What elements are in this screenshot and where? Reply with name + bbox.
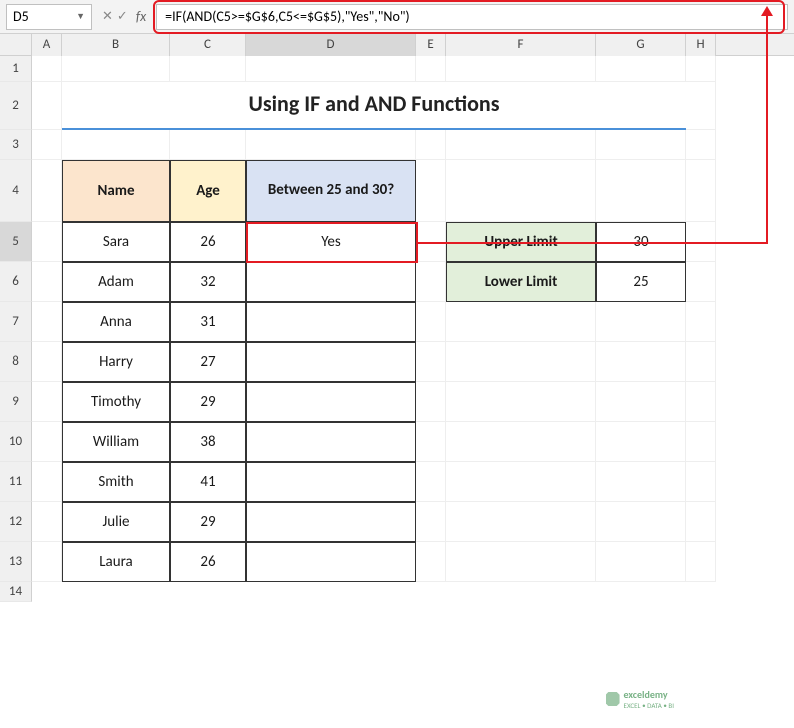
col-header-e[interactable]: E (416, 34, 446, 56)
annotation-arrow-h (418, 242, 768, 244)
header-between[interactable]: Between 25 and 30? (246, 160, 416, 222)
lower-limit-value[interactable]: 25 (596, 262, 686, 302)
cell-result-d5[interactable]: Yes (246, 222, 416, 262)
annotation-arrow-head (761, 6, 773, 16)
cancel-icon[interactable]: ✕ (102, 9, 113, 24)
row-3: 3 (0, 130, 794, 160)
col-header-f[interactable]: F (446, 34, 596, 56)
grid-body: 1 2 Using IF and AND Functions 3 (0, 56, 794, 602)
row-12: 12 Julie 29 (0, 502, 794, 542)
row-9: 9 Timothy 29 (0, 382, 794, 422)
col-header-c[interactable]: C (170, 34, 246, 56)
row-4: 4 Name Age Between 25 and 30? (0, 160, 794, 222)
select-all-corner[interactable] (0, 34, 32, 55)
cell-name[interactable]: Sara (62, 222, 170, 262)
header-name[interactable]: Name (62, 160, 170, 222)
header-age[interactable]: Age (170, 160, 246, 222)
row-1: 1 (0, 56, 794, 82)
formula-bar-row: D5 ▼ ✕ ✓ fx =IF(AND(C5>=$G$6,C5<=$G$5),"… (0, 0, 794, 34)
col-header-g[interactable]: G (596, 34, 686, 56)
lower-limit-label[interactable]: Lower Limit (446, 262, 596, 302)
confirm-icon[interactable]: ✓ (117, 9, 128, 24)
row-13: 13 Laura 26 (0, 542, 794, 582)
page-title[interactable]: Using IF and AND Functions (62, 82, 686, 130)
col-header-b[interactable]: B (62, 34, 170, 56)
row-7: 7 Anna 31 (0, 302, 794, 342)
annotation-arrow-v (766, 14, 768, 244)
row-header-1[interactable]: 1 (0, 56, 32, 82)
fx-icon[interactable]: fx (136, 8, 146, 25)
row-6: 6 Adam 32 Lower Limit 25 (0, 262, 794, 302)
col-header-a[interactable]: A (32, 34, 62, 56)
column-headers: A B C D E F G H (0, 34, 794, 56)
formula-controls: ✕ ✓ fx (98, 8, 150, 25)
cell-age[interactable]: 26 (170, 222, 246, 262)
row-14: 14 (0, 582, 794, 602)
col-header-h[interactable]: H (686, 34, 716, 56)
row-10: 10 William 38 (0, 422, 794, 462)
name-box-value: D5 (13, 8, 29, 25)
name-box[interactable]: D5 ▼ (6, 4, 92, 30)
row-11: 11 Smith 41 (0, 462, 794, 502)
formula-input[interactable]: =IF(AND(C5>=$G$6,C5<=$G$5),"Yes","No") (156, 4, 788, 30)
row-8: 8 Harry 27 (0, 342, 794, 382)
chevron-down-icon[interactable]: ▼ (76, 11, 85, 22)
watermark-icon (606, 692, 620, 706)
watermark: exceldemy EXCEL • DATA • BI (606, 688, 674, 710)
spreadsheet: A B C D E F G H 1 2 Using IF and AND Fun… (0, 34, 794, 602)
row-header-2[interactable]: 2 (0, 82, 32, 130)
col-header-d[interactable]: D (246, 34, 416, 56)
row-2: 2 Using IF and AND Functions (0, 82, 794, 130)
formula-text: =IF(AND(C5>=$G$6,C5<=$G$5),"Yes","No") (165, 8, 410, 25)
